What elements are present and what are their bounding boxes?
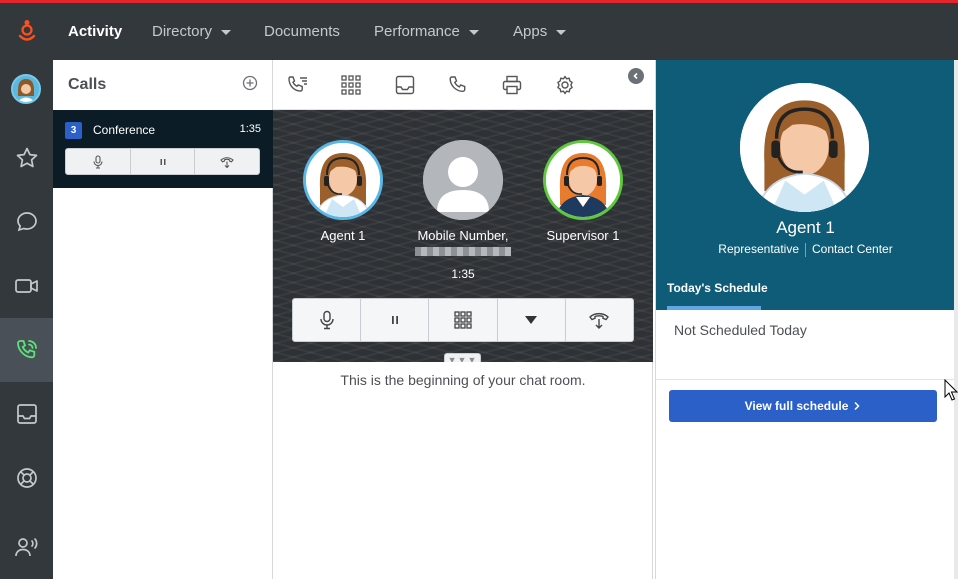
transfer-button[interactable] [566, 299, 633, 341]
call-controls [292, 298, 634, 342]
chat-start-message: This is the beginning of your chat room. [340, 372, 586, 388]
chevron-down-icon [468, 30, 479, 35]
user-voice-icon[interactable] [0, 515, 53, 579]
chat-room: This is the beginning of your chat room. [273, 362, 653, 579]
participant-agent[interactable]: Agent 1 [283, 140, 403, 243]
agent-avatar [303, 140, 383, 220]
active-tab-indicator [667, 306, 761, 310]
scrollbar[interactable] [954, 60, 958, 579]
conference-duration: 1:35 [239, 123, 261, 135]
mute-button[interactable] [293, 299, 362, 341]
participant-name: Mobile Number, [417, 228, 509, 243]
pause-icon [391, 316, 398, 324]
transfer-icon [220, 156, 234, 168]
default-user-icon [423, 140, 503, 220]
profile-role-line: Representative Contact Center [656, 242, 955, 257]
conference-call-item[interactable]: 3 Conference 1:35 [53, 110, 273, 188]
chevron-down-icon [221, 30, 232, 35]
microphone-icon [319, 310, 334, 330]
collapse-panel-button[interactable] [628, 68, 644, 84]
hold-button[interactable] [361, 299, 430, 341]
phone-icon[interactable] [445, 72, 471, 98]
conference-controls [65, 148, 260, 175]
calls-panel: Calls 3 Conference 1:35 [53, 60, 273, 579]
hold-button[interactable] [131, 149, 196, 174]
genesys-logo-icon[interactable] [0, 3, 53, 60]
phone-active-icon[interactable] [0, 318, 53, 382]
interaction-toolbar [273, 60, 653, 110]
divider [805, 242, 806, 257]
profile-avatar [740, 83, 869, 212]
left-rail [0, 60, 53, 579]
dialpad-icon [454, 311, 472, 329]
top-navigation-bar: Activity Directory Documents Performance… [0, 0, 958, 60]
supervisor-avatar [543, 140, 623, 220]
user-avatar[interactable] [11, 74, 41, 104]
lifebuoy-icon[interactable] [0, 446, 53, 510]
conference-label: Conference [93, 123, 156, 137]
view-full-schedule-label: View full schedule [744, 399, 849, 413]
dialpad-icon[interactable] [338, 72, 364, 98]
video-icon[interactable] [0, 254, 53, 318]
inbox-icon[interactable] [392, 72, 418, 98]
redacted-number [415, 247, 511, 256]
gear-icon[interactable] [552, 72, 578, 98]
participant-supervisor[interactable]: Supervisor 1 [523, 140, 643, 243]
chevron-down-icon [556, 30, 567, 35]
participant-name: Agent 1 [320, 228, 366, 243]
dialpad-button[interactable] [429, 299, 498, 341]
schedule-status: Not Scheduled Today [674, 322, 807, 338]
chevron-right-icon [854, 401, 860, 411]
tab-todays-schedule[interactable]: Today's Schedule [667, 281, 768, 295]
more-options-button[interactable] [498, 299, 566, 341]
call-list-icon[interactable] [285, 72, 311, 98]
calls-title: Calls [68, 76, 107, 93]
pause-icon [160, 158, 165, 165]
mouse-cursor-icon [944, 378, 958, 406]
participant-name: Supervisor 1 [546, 228, 620, 243]
participant-mobile[interactable]: Mobile Number, [403, 140, 523, 256]
triangle-down-icon [525, 316, 538, 324]
mute-button[interactable] [66, 149, 131, 174]
microphone-icon [93, 154, 103, 169]
divider [656, 379, 955, 380]
inbox-icon[interactable] [0, 382, 53, 446]
profile-name: Agent 1 [776, 218, 835, 237]
transfer-icon [589, 312, 610, 329]
chevron-left-icon [633, 72, 638, 80]
participant-count-badge: 3 [65, 122, 82, 139]
transfer-button[interactable] [195, 149, 259, 174]
call-duration: 1:35 [451, 267, 475, 281]
nav-apps[interactable]: Apps [513, 3, 567, 60]
profile-panel: Agent 1 Representative Contact Center Tod… [655, 60, 955, 579]
profile-header: Agent 1 Representative Contact Center Tod… [656, 60, 955, 310]
add-call-icon[interactable] [242, 75, 258, 96]
nav-directory[interactable]: Directory [152, 3, 232, 60]
chat-bubble-icon[interactable] [0, 190, 53, 254]
printer-icon[interactable] [499, 72, 525, 98]
view-full-schedule-button[interactable]: View full schedule [669, 390, 937, 422]
calls-header: Calls [53, 60, 272, 110]
call-stage: Agent 1 Mobile Number, Supervisor 1 1:35 [273, 110, 653, 362]
nav-documents[interactable]: Documents [264, 3, 340, 60]
favorites-star-icon[interactable] [0, 126, 53, 190]
profile-role: Representative [718, 242, 799, 256]
profile-department: Contact Center [812, 242, 893, 256]
nav-activity[interactable]: Activity [68, 3, 122, 60]
nav-performance[interactable]: Performance [374, 3, 479, 60]
